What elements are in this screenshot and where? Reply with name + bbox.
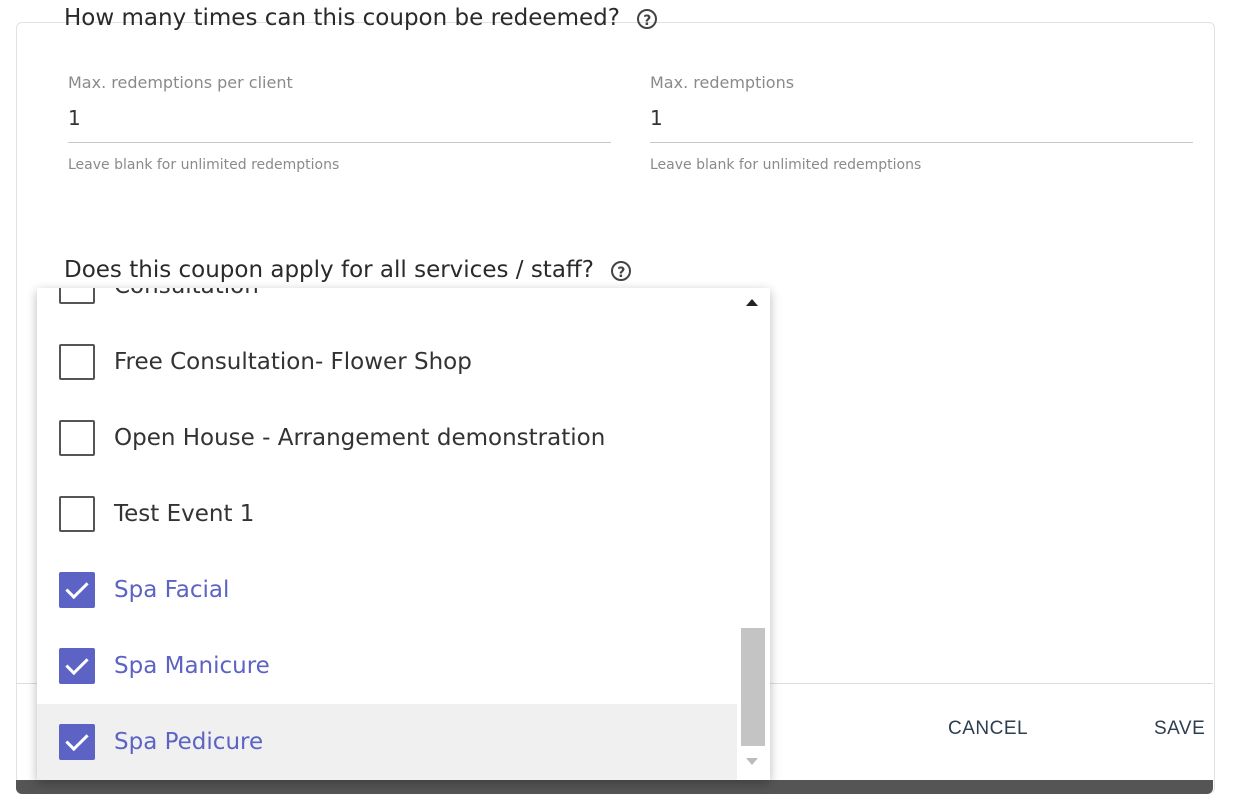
list-item-label: Test Event 1	[114, 501, 255, 527]
list-item-label: Spa Facial	[114, 577, 230, 603]
checkbox-icon[interactable]	[59, 288, 95, 304]
max-redemptions-input[interactable]: 1	[650, 106, 1193, 143]
checkbox-icon[interactable]	[59, 496, 95, 532]
checkbox-checked-icon[interactable]	[59, 572, 95, 608]
field-label: Max. redemptions per client	[68, 73, 293, 92]
list-item-label: Open House - Arrangement demonstration	[114, 425, 606, 451]
list-item[interactable]: Spa Pedicure	[37, 704, 737, 780]
checkbox-icon[interactable]	[59, 420, 95, 456]
max-redemptions-field[interactable]: Max. redemptions 1 Leave blank for unlim…	[650, 73, 1193, 173]
applies-section-title: Does this coupon apply for all services …	[64, 257, 632, 283]
list-item[interactable]: Open House - Arrangement demonstration	[37, 400, 737, 476]
list-item-label: Spa Pedicure	[114, 729, 264, 755]
field-label: Max. redemptions	[650, 73, 795, 92]
checkbox-icon[interactable]	[59, 344, 95, 380]
checkbox-checked-icon[interactable]	[59, 724, 95, 760]
scroll-up-arrow-icon[interactable]	[746, 299, 758, 306]
per-client-input[interactable]: 1	[68, 106, 611, 143]
list-item[interactable]: Free Consultation- Flower Shop	[37, 324, 737, 400]
list-item[interactable]: Spa Manicure	[37, 628, 737, 704]
list-item-label: Spa Manicure	[114, 653, 270, 679]
cancel-button[interactable]: CANCEL	[948, 718, 1028, 740]
card-shadow-edge	[16, 780, 1213, 794]
list-item-label: Consultation	[114, 288, 259, 299]
scrollbar-thumb[interactable]	[741, 628, 765, 746]
services-dropdown[interactable]: Consultation Free Consultation- Flower Sh…	[37, 288, 770, 780]
help-icon[interactable]: ?	[611, 260, 632, 281]
save-button[interactable]: SAVE	[1154, 718, 1205, 740]
list-item-label: Free Consultation- Flower Shop	[114, 349, 472, 375]
list-item[interactable]: Consultation	[37, 288, 737, 324]
list-item[interactable]: Spa Facial	[37, 552, 737, 628]
max-redemptions-per-client-field[interactable]: Max. redemptions per client 1 Leave blan…	[68, 73, 611, 173]
list-item[interactable]: Test Event 1	[37, 476, 737, 552]
help-icon[interactable]: ?	[637, 8, 658, 29]
scroll-down-arrow-icon[interactable]	[746, 758, 758, 765]
checkbox-checked-icon[interactable]	[59, 648, 95, 684]
redemption-section-title: How many times can this coupon be redeem…	[64, 5, 658, 31]
field-hint: Leave blank for unlimited redemptions	[68, 157, 340, 173]
services-list: Consultation Free Consultation- Flower Sh…	[37, 288, 737, 780]
field-hint: Leave blank for unlimited redemptions	[650, 157, 922, 173]
